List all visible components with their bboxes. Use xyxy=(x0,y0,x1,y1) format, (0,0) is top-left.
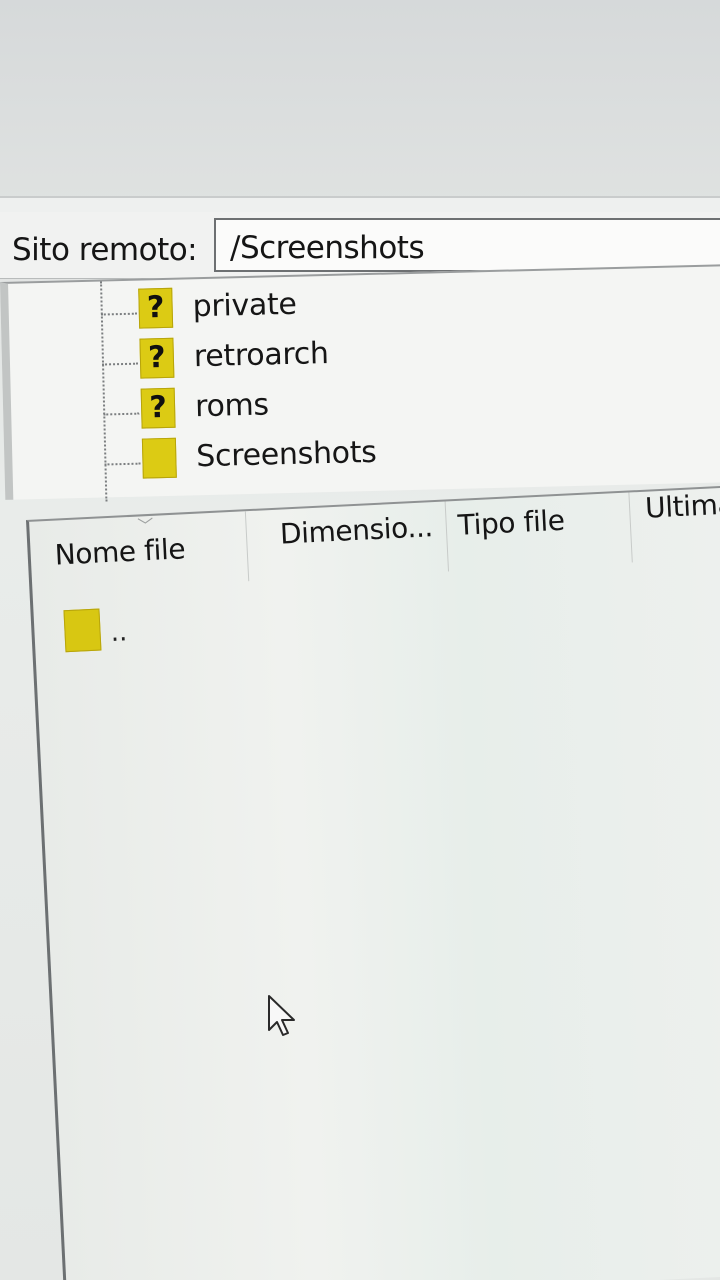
remote-path-value: /Screenshots xyxy=(230,230,425,266)
file-row-parent-directory[interactable]: .. xyxy=(63,596,365,659)
column-divider xyxy=(444,501,450,572)
file-name: .. xyxy=(109,617,128,648)
tree-branch-line xyxy=(104,462,141,466)
column-header-size[interactable]: Dimensio... xyxy=(279,510,433,550)
tree-branch-line xyxy=(103,412,140,416)
unknown-folder-icon: ? xyxy=(139,337,175,379)
column-divider xyxy=(244,511,250,582)
column-header-filename[interactable]: Nome file xyxy=(54,532,186,571)
column-header-filetype[interactable]: Tipo file xyxy=(457,504,565,542)
unknown-folder-icon: ? xyxy=(140,387,176,429)
sort-chevron-icon: ﹀ xyxy=(136,515,154,536)
tree-branch-line xyxy=(100,312,137,316)
column-divider xyxy=(628,492,633,563)
column-header-last-modified[interactable]: Ultima xyxy=(644,487,720,524)
tree-branch-line xyxy=(102,362,139,366)
unknown-folder-icon: ? xyxy=(138,287,174,329)
remote-site-label: Sito remoto: xyxy=(12,232,198,268)
remote-directory-tree: ? private ? retroarch ? roms Screenshots xyxy=(0,263,720,502)
folder-icon xyxy=(141,437,177,479)
remote-path-field[interactable]: /Screenshots xyxy=(214,218,720,272)
tree-item-label: private xyxy=(192,286,298,325)
mouse-pointer-icon xyxy=(268,995,295,1036)
screen: Sito remoto: /Screenshots ? private ? re… xyxy=(0,0,720,1280)
tree-item-label: Screenshots xyxy=(195,434,377,475)
tree-item-label: retroarch xyxy=(193,335,330,375)
tree-item-label: roms xyxy=(194,387,270,425)
folder-icon xyxy=(63,608,102,653)
remote-file-list: ﹀ Nome file Dimensio... Tipo file Ultima… xyxy=(26,484,720,1280)
